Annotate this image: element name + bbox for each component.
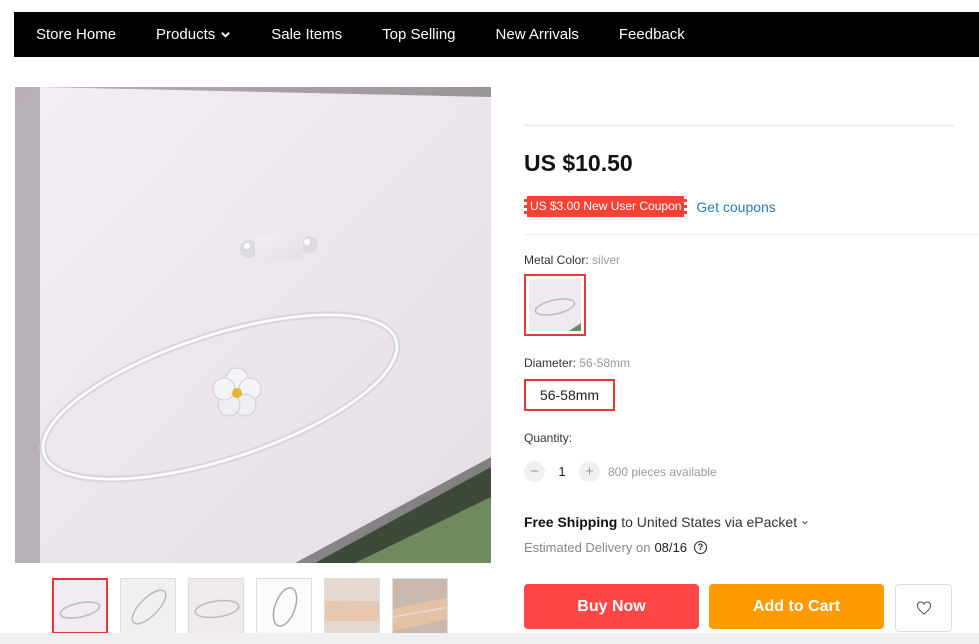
shipping-info[interactable]: Free Shipping to United States via ePack… [524, 514, 809, 530]
wrist-thumbnail-image [325, 579, 379, 633]
coupon-row: US $3.00 New User Coupon Get coupons [524, 196, 776, 217]
chevron-down-icon [221, 32, 231, 38]
nav-sale-items-label: Sale Items [271, 26, 343, 43]
divider [524, 234, 979, 235]
silver-swatch-image [529, 279, 581, 331]
nav-top-selling[interactable]: Top Selling [382, 26, 455, 43]
product-title-blurred [524, 88, 954, 132]
store-nav-bar: Store Home Products Sale Items Top Selli… [14, 12, 979, 57]
new-user-coupon-badge: US $3.00 New User Coupon [524, 196, 688, 217]
quantity-value[interactable]: 1 [545, 464, 579, 479]
metal-color-silver-option[interactable] [524, 274, 586, 336]
thumbnail-strip [52, 578, 460, 634]
nav-products[interactable]: Products [156, 26, 231, 43]
heart-icon [916, 601, 931, 615]
pieces-available: 800 pieces available [608, 464, 717, 479]
wishlist-button[interactable] [895, 584, 952, 632]
nav-store-home-label: Store Home [36, 26, 117, 43]
quantity-minus-button[interactable]: − [524, 461, 545, 482]
delivery-date: 08/16 [654, 540, 687, 555]
thumbnail-3[interactable] [188, 578, 244, 634]
quantity-stepper: − 1 + 800 pieces available [524, 461, 717, 482]
nav-new-arrivals[interactable]: New Arrivals [496, 26, 579, 43]
bracelet-thumbnail-image [189, 579, 243, 633]
bracelet-thumbnail-image [54, 580, 106, 632]
thumbnail-1[interactable] [52, 578, 108, 634]
bracelet-thumbnail-image [257, 579, 311, 633]
free-shipping-text: Free Shipping [524, 514, 618, 530]
buy-now-button[interactable]: Buy Now [524, 584, 699, 629]
nav-sale-items[interactable]: Sale Items [271, 26, 342, 43]
bracelet-thumbnail-image [121, 579, 175, 633]
delivery-label: Estimated Delivery on [524, 540, 651, 555]
diameter-label-text: Diameter: [524, 356, 577, 370]
nav-new-arrivals-label: New Arrivals [495, 26, 579, 43]
diameter-value: 56-58mm [579, 356, 631, 370]
main-product-image[interactable] [15, 87, 491, 563]
estimated-delivery: Estimated Delivery on 08/16 ? [524, 540, 707, 555]
nav-feedback-label: Feedback [618, 26, 685, 43]
quantity-label: Quantity: [524, 431, 573, 445]
product-price: US $10.50 [524, 150, 633, 176]
thumbnail-6[interactable] [392, 578, 448, 634]
nav-products-label: Products [156, 26, 216, 43]
metal-color-label: Metal Color: silver [524, 253, 620, 267]
nav-feedback[interactable]: Feedback [619, 26, 685, 43]
quantity-plus-button[interactable]: + [579, 461, 600, 482]
get-coupons-link[interactable]: Get coupons [696, 199, 775, 215]
thumbnail-5[interactable] [324, 578, 380, 634]
chevron-down-icon [802, 520, 808, 525]
metal-color-label-text: Metal Color: [524, 253, 589, 267]
diameter-label: Diameter: 56-58mm [524, 356, 630, 370]
nav-store-home[interactable]: Store Home [36, 26, 116, 43]
metal-color-value: silver [592, 253, 621, 267]
bracelet-photo [15, 87, 491, 563]
nav-top-selling-label: Top Selling [382, 26, 456, 43]
wrist-thumbnail-image [393, 579, 447, 633]
add-to-cart-button[interactable]: Add to Cart [709, 584, 884, 629]
question-circle-icon[interactable]: ? [694, 541, 707, 554]
thumbnail-4[interactable] [256, 578, 312, 634]
diameter-option-56-58mm[interactable]: 56-58mm [524, 379, 615, 411]
bottom-strip [0, 633, 979, 644]
shipping-destination-text: to United States via ePacket [621, 514, 798, 530]
thumbnail-2[interactable] [120, 578, 176, 634]
